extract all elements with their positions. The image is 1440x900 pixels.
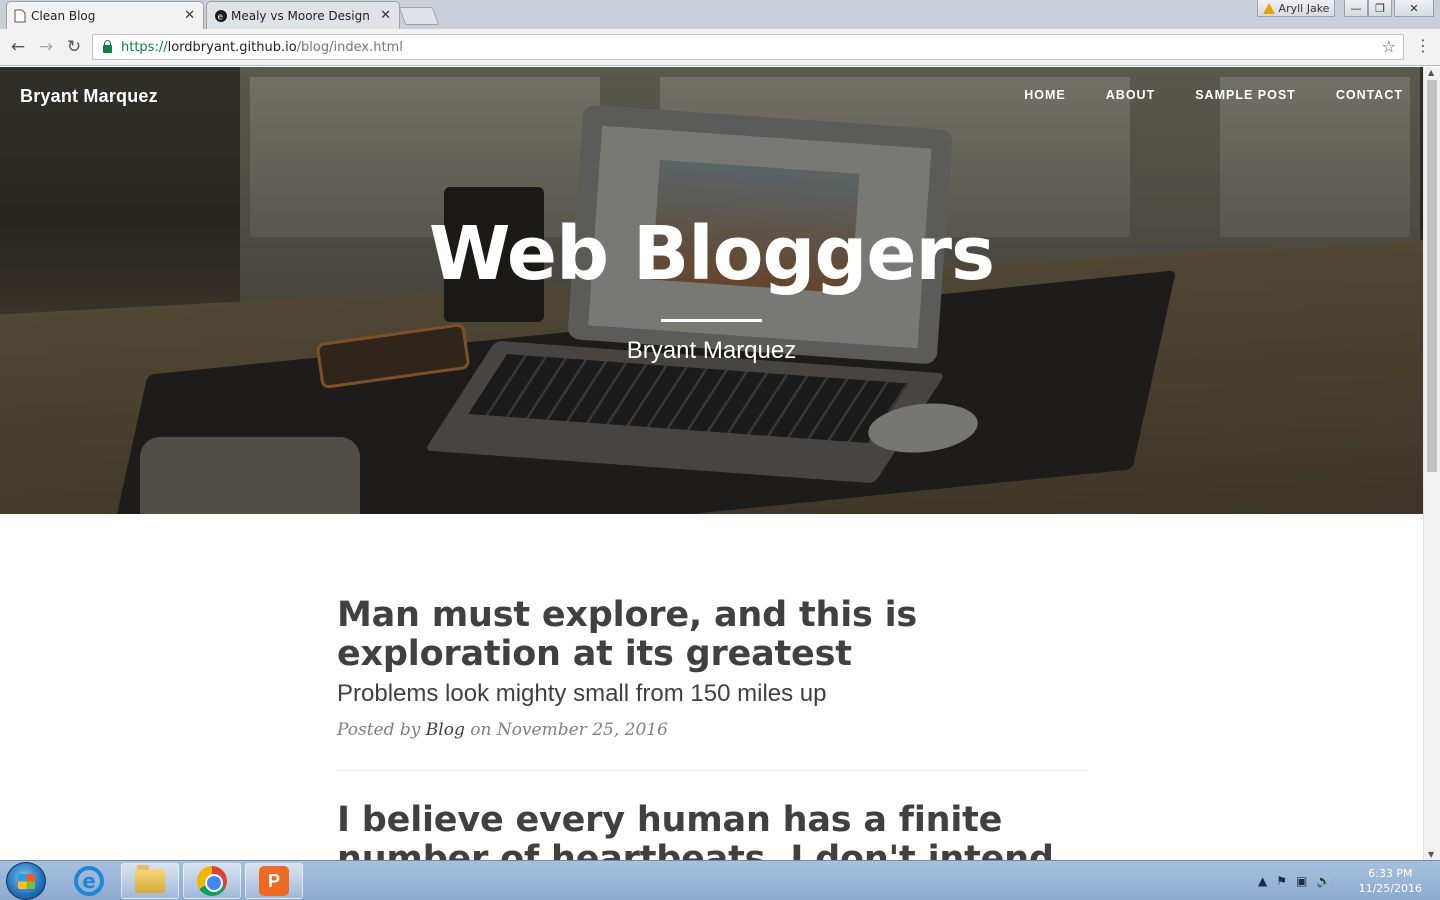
show-hidden-icons-icon[interactable]: ▲ bbox=[1258, 874, 1267, 888]
page-scrollbar[interactable]: ▲ ▼ bbox=[1423, 67, 1440, 860]
nav-contact-link[interactable]: CONTACT bbox=[1336, 88, 1403, 102]
post-preview: Man must explore, and this is exploratio… bbox=[337, 596, 1087, 741]
post-meta-prefix: Posted by bbox=[337, 720, 426, 740]
post-title-link[interactable]: I believe every human has a finite numbe… bbox=[337, 801, 1087, 861]
action-center-flag-icon[interactable]: ⚑ bbox=[1276, 874, 1287, 888]
taskbar-internet-explorer[interactable]: e bbox=[60, 863, 118, 899]
folder-icon bbox=[135, 865, 165, 893]
post-divider bbox=[337, 770, 1087, 771]
hero-divider bbox=[661, 319, 762, 322]
post-meta: Posted by Blog on November 25, 2016 bbox=[337, 720, 1087, 740]
scrollbar-thumb[interactable] bbox=[1427, 80, 1437, 472]
presentation-app-icon: P bbox=[259, 866, 289, 896]
windows-logo-icon bbox=[18, 874, 35, 889]
profile-button[interactable]: Aryll Jake bbox=[1257, 0, 1335, 17]
clock-time: 6:33 PM bbox=[1368, 867, 1413, 880]
nav-sample-post-link[interactable]: SAMPLE POST bbox=[1195, 88, 1296, 102]
tab-title: Mealy vs Moore Design bbox=[231, 8, 370, 23]
scroll-down-arrow-icon[interactable]: ▼ bbox=[1428, 850, 1434, 859]
browser-menu-icon[interactable]: ⋮ bbox=[1415, 36, 1431, 55]
browser-toolbar: ← → ↻ https://lordbryant.github.io/blog/… bbox=[0, 29, 1440, 66]
profile-name: Aryll Jake bbox=[1278, 1, 1330, 15]
post-meta-mid: on bbox=[464, 720, 497, 740]
reload-button[interactable]: ↻ bbox=[64, 37, 84, 57]
taskbar-file-explorer[interactable] bbox=[121, 863, 179, 899]
page-icon bbox=[14, 9, 26, 23]
url-host: lordbryant.github.io bbox=[167, 39, 297, 55]
tab-strip: Clean Blog ✕ e Mealy vs Moore Design ✕ A… bbox=[0, 0, 1440, 29]
page-viewport: Bryant Marquez HOME ABOUT SAMPLE POST CO… bbox=[0, 67, 1423, 860]
nav-home-link[interactable]: HOME bbox=[1024, 88, 1066, 102]
post-author-link[interactable]: Blog bbox=[426, 720, 465, 740]
start-button[interactable] bbox=[6, 862, 46, 900]
url-path: /blog/index.html bbox=[296, 39, 403, 55]
clock-date: 11/25/2016 bbox=[1358, 882, 1422, 895]
forward-button[interactable]: → bbox=[36, 37, 56, 57]
close-icon[interactable]: ✕ bbox=[184, 8, 195, 23]
new-tab-button[interactable] bbox=[398, 7, 440, 25]
volume-icon[interactable]: 🔊 bbox=[1316, 874, 1331, 888]
windows-taskbar: e P ▲ ⚑ ▣ 🔊 6:33 PM 11/25/2016 bbox=[0, 860, 1440, 900]
post-preview: I believe every human has a finite numbe… bbox=[337, 801, 1087, 861]
address-bar[interactable]: https://lordbryant.github.io/blog/index.… bbox=[92, 34, 1404, 60]
taskbar-presentation-app[interactable]: P bbox=[245, 863, 303, 899]
hero-subtitle: Bryant Marquez bbox=[626, 337, 797, 364]
window-close-button[interactable]: ✕ bbox=[1394, 0, 1434, 17]
lock-icon bbox=[103, 40, 112, 53]
site-nav: HOME ABOUT SAMPLE POST CONTACT bbox=[1024, 88, 1403, 102]
tab-title: Clean Blog bbox=[31, 8, 96, 23]
site-brand-link[interactable]: Bryant Marquez bbox=[20, 86, 158, 107]
warning-icon bbox=[1262, 2, 1275, 14]
url-scheme: https:// bbox=[121, 39, 168, 55]
post-date: November 25, 2016 bbox=[496, 720, 668, 740]
nav-about-link[interactable]: ABOUT bbox=[1106, 88, 1155, 102]
post-subtitle[interactable]: Problems look mighty small from 150 mile… bbox=[337, 680, 1087, 708]
restore-button[interactable]: ❐ bbox=[1368, 0, 1392, 17]
svg-text:e: e bbox=[218, 13, 224, 23]
bookmark-star-icon[interactable]: ☆ bbox=[1382, 37, 1396, 56]
network-icon[interactable]: ▣ bbox=[1296, 874, 1307, 888]
scroll-up-arrow-icon[interactable]: ▲ bbox=[1428, 68, 1434, 77]
back-button[interactable]: ← bbox=[8, 37, 28, 57]
hero-title: Web Bloggers bbox=[428, 211, 995, 297]
internet-explorer-icon: e bbox=[74, 866, 104, 896]
taskbar-chrome[interactable] bbox=[183, 863, 241, 899]
chrome-icon bbox=[197, 866, 227, 896]
post-title-link[interactable]: Man must explore, and this is exploratio… bbox=[337, 596, 1087, 674]
hero-header: Bryant Marquez HOME ABOUT SAMPLE POST CO… bbox=[0, 67, 1423, 514]
tab-clean-blog[interactable]: Clean Blog ✕ bbox=[6, 1, 204, 29]
close-icon[interactable]: ✕ bbox=[380, 8, 391, 23]
post-list: Man must explore, and this is exploratio… bbox=[337, 596, 1087, 860]
minimize-button[interactable]: — bbox=[1344, 0, 1368, 17]
tab-mealy-vs-moore[interactable]: e Mealy vs Moore Design ✕ bbox=[206, 1, 400, 29]
edge-icon: e bbox=[214, 9, 227, 23]
system-clock[interactable]: 6:33 PM 11/25/2016 bbox=[1359, 866, 1422, 896]
